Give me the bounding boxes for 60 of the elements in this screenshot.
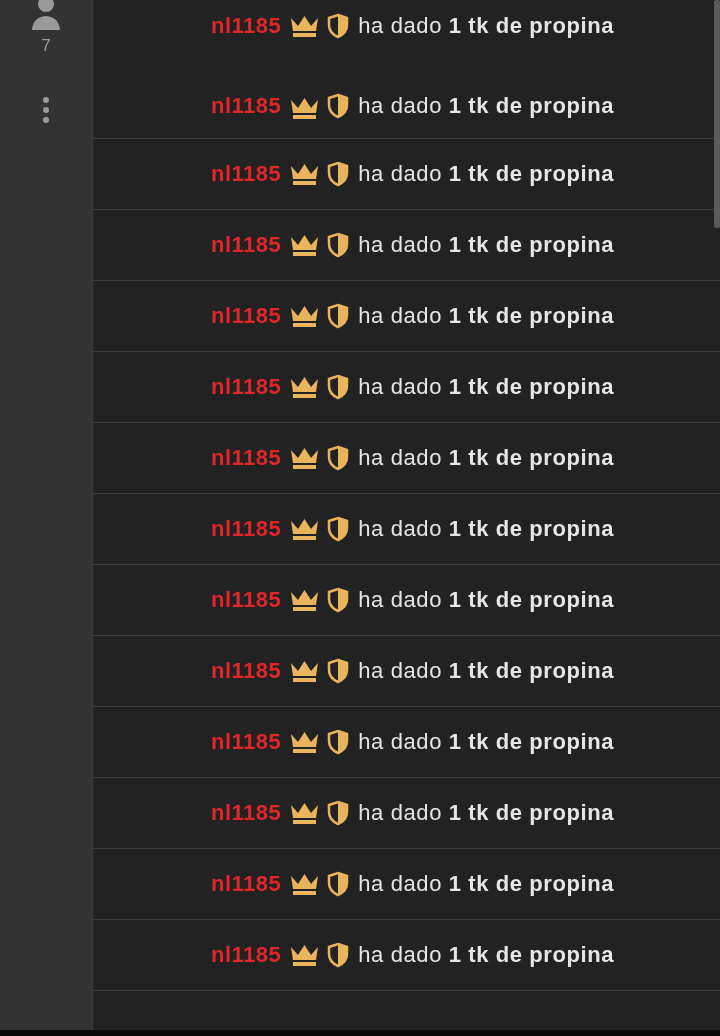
- shield-icon: [327, 161, 350, 187]
- crown-icon: [290, 873, 320, 895]
- crown-icon: [290, 518, 320, 540]
- shield-icon: [327, 232, 350, 258]
- shield-icon: [327, 303, 350, 329]
- shield-icon: [327, 93, 350, 119]
- shield-icon: [327, 942, 350, 968]
- tip-message: ha dado 1 tk de propina: [358, 303, 615, 329]
- username[interactable]: nl1185: [211, 303, 282, 329]
- tip-message: ha dado 1 tk de propina: [358, 658, 615, 684]
- username[interactable]: nl1185: [211, 800, 282, 826]
- crown-icon: [290, 660, 320, 682]
- crown-icon: [290, 234, 320, 256]
- shield-icon: [327, 587, 350, 613]
- crown-icon: [290, 944, 320, 966]
- crown-icon: [290, 589, 320, 611]
- crown-icon: [290, 447, 320, 469]
- username[interactable]: nl1185: [211, 13, 282, 39]
- username[interactable]: nl1185: [211, 942, 282, 968]
- shield-icon: [327, 374, 350, 400]
- shield-icon: [327, 871, 350, 897]
- more-options-icon[interactable]: [42, 96, 50, 124]
- crown-icon: [290, 731, 320, 753]
- username[interactable]: nl1185: [211, 445, 282, 471]
- tip-message: ha dado 1 tk de propina: [358, 161, 615, 187]
- tip-message: ha dado 1 tk de propina: [358, 93, 615, 119]
- viewer-count: 7: [41, 36, 51, 56]
- crown-icon: [290, 97, 320, 119]
- crown-icon: [290, 376, 320, 398]
- username[interactable]: nl1185: [211, 516, 282, 542]
- username[interactable]: nl1185: [211, 871, 282, 897]
- shield-icon: [327, 658, 350, 684]
- username[interactable]: nl1185: [211, 729, 282, 755]
- shield-icon: [327, 516, 350, 542]
- shield-icon: [327, 729, 350, 755]
- shield-icon: [327, 445, 350, 471]
- crown-icon: [290, 802, 320, 824]
- crown-icon: [290, 15, 320, 37]
- tip-message: ha dado 1 tk de propina: [358, 942, 615, 968]
- username[interactable]: nl1185: [211, 587, 282, 613]
- tip-message: ha dado 1 tk de propina: [358, 800, 615, 826]
- tip-message: ha dado 1 tk de propina: [358, 729, 615, 755]
- crown-icon: [290, 163, 320, 185]
- tip-message: ha dado 1 tk de propina: [358, 587, 615, 613]
- tip-message: ha dado 1 tk de propina: [358, 13, 615, 39]
- username[interactable]: nl1185: [211, 93, 282, 119]
- username[interactable]: nl1185: [211, 658, 282, 684]
- tip-message: ha dado 1 tk de propina: [358, 374, 615, 400]
- username[interactable]: nl1185: [211, 232, 282, 258]
- username[interactable]: nl1185: [211, 161, 282, 187]
- user-icon: [31, 0, 61, 30]
- shield-icon: [327, 800, 350, 826]
- tip-message: ha dado 1 tk de propina: [358, 232, 615, 258]
- tip-message: ha dado 1 tk de propina: [358, 516, 615, 542]
- crown-icon: [290, 305, 320, 327]
- shield-icon: [327, 13, 350, 39]
- tip-message: ha dado 1 tk de propina: [358, 871, 615, 897]
- tip-message: ha dado 1 tk de propina: [358, 445, 615, 471]
- username[interactable]: nl1185: [211, 374, 282, 400]
- scrollbar[interactable]: [714, 0, 720, 228]
